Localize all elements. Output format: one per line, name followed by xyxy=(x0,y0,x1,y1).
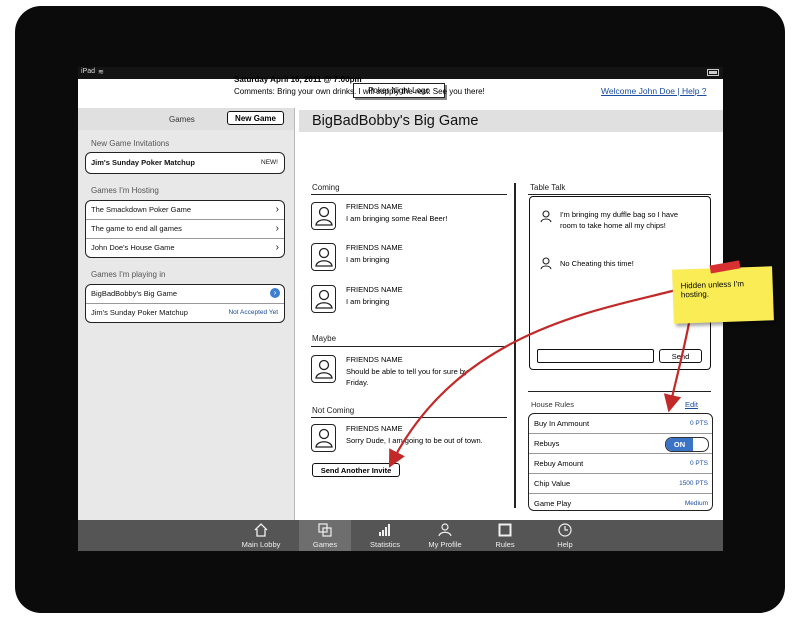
arrow-to-edit xyxy=(663,317,692,413)
arrow-to-invite xyxy=(388,288,677,468)
sticky-note-text: Hidden unless I'm hosting. xyxy=(680,279,745,300)
sticky-note: Hidden unless I'm hosting. xyxy=(672,260,774,324)
